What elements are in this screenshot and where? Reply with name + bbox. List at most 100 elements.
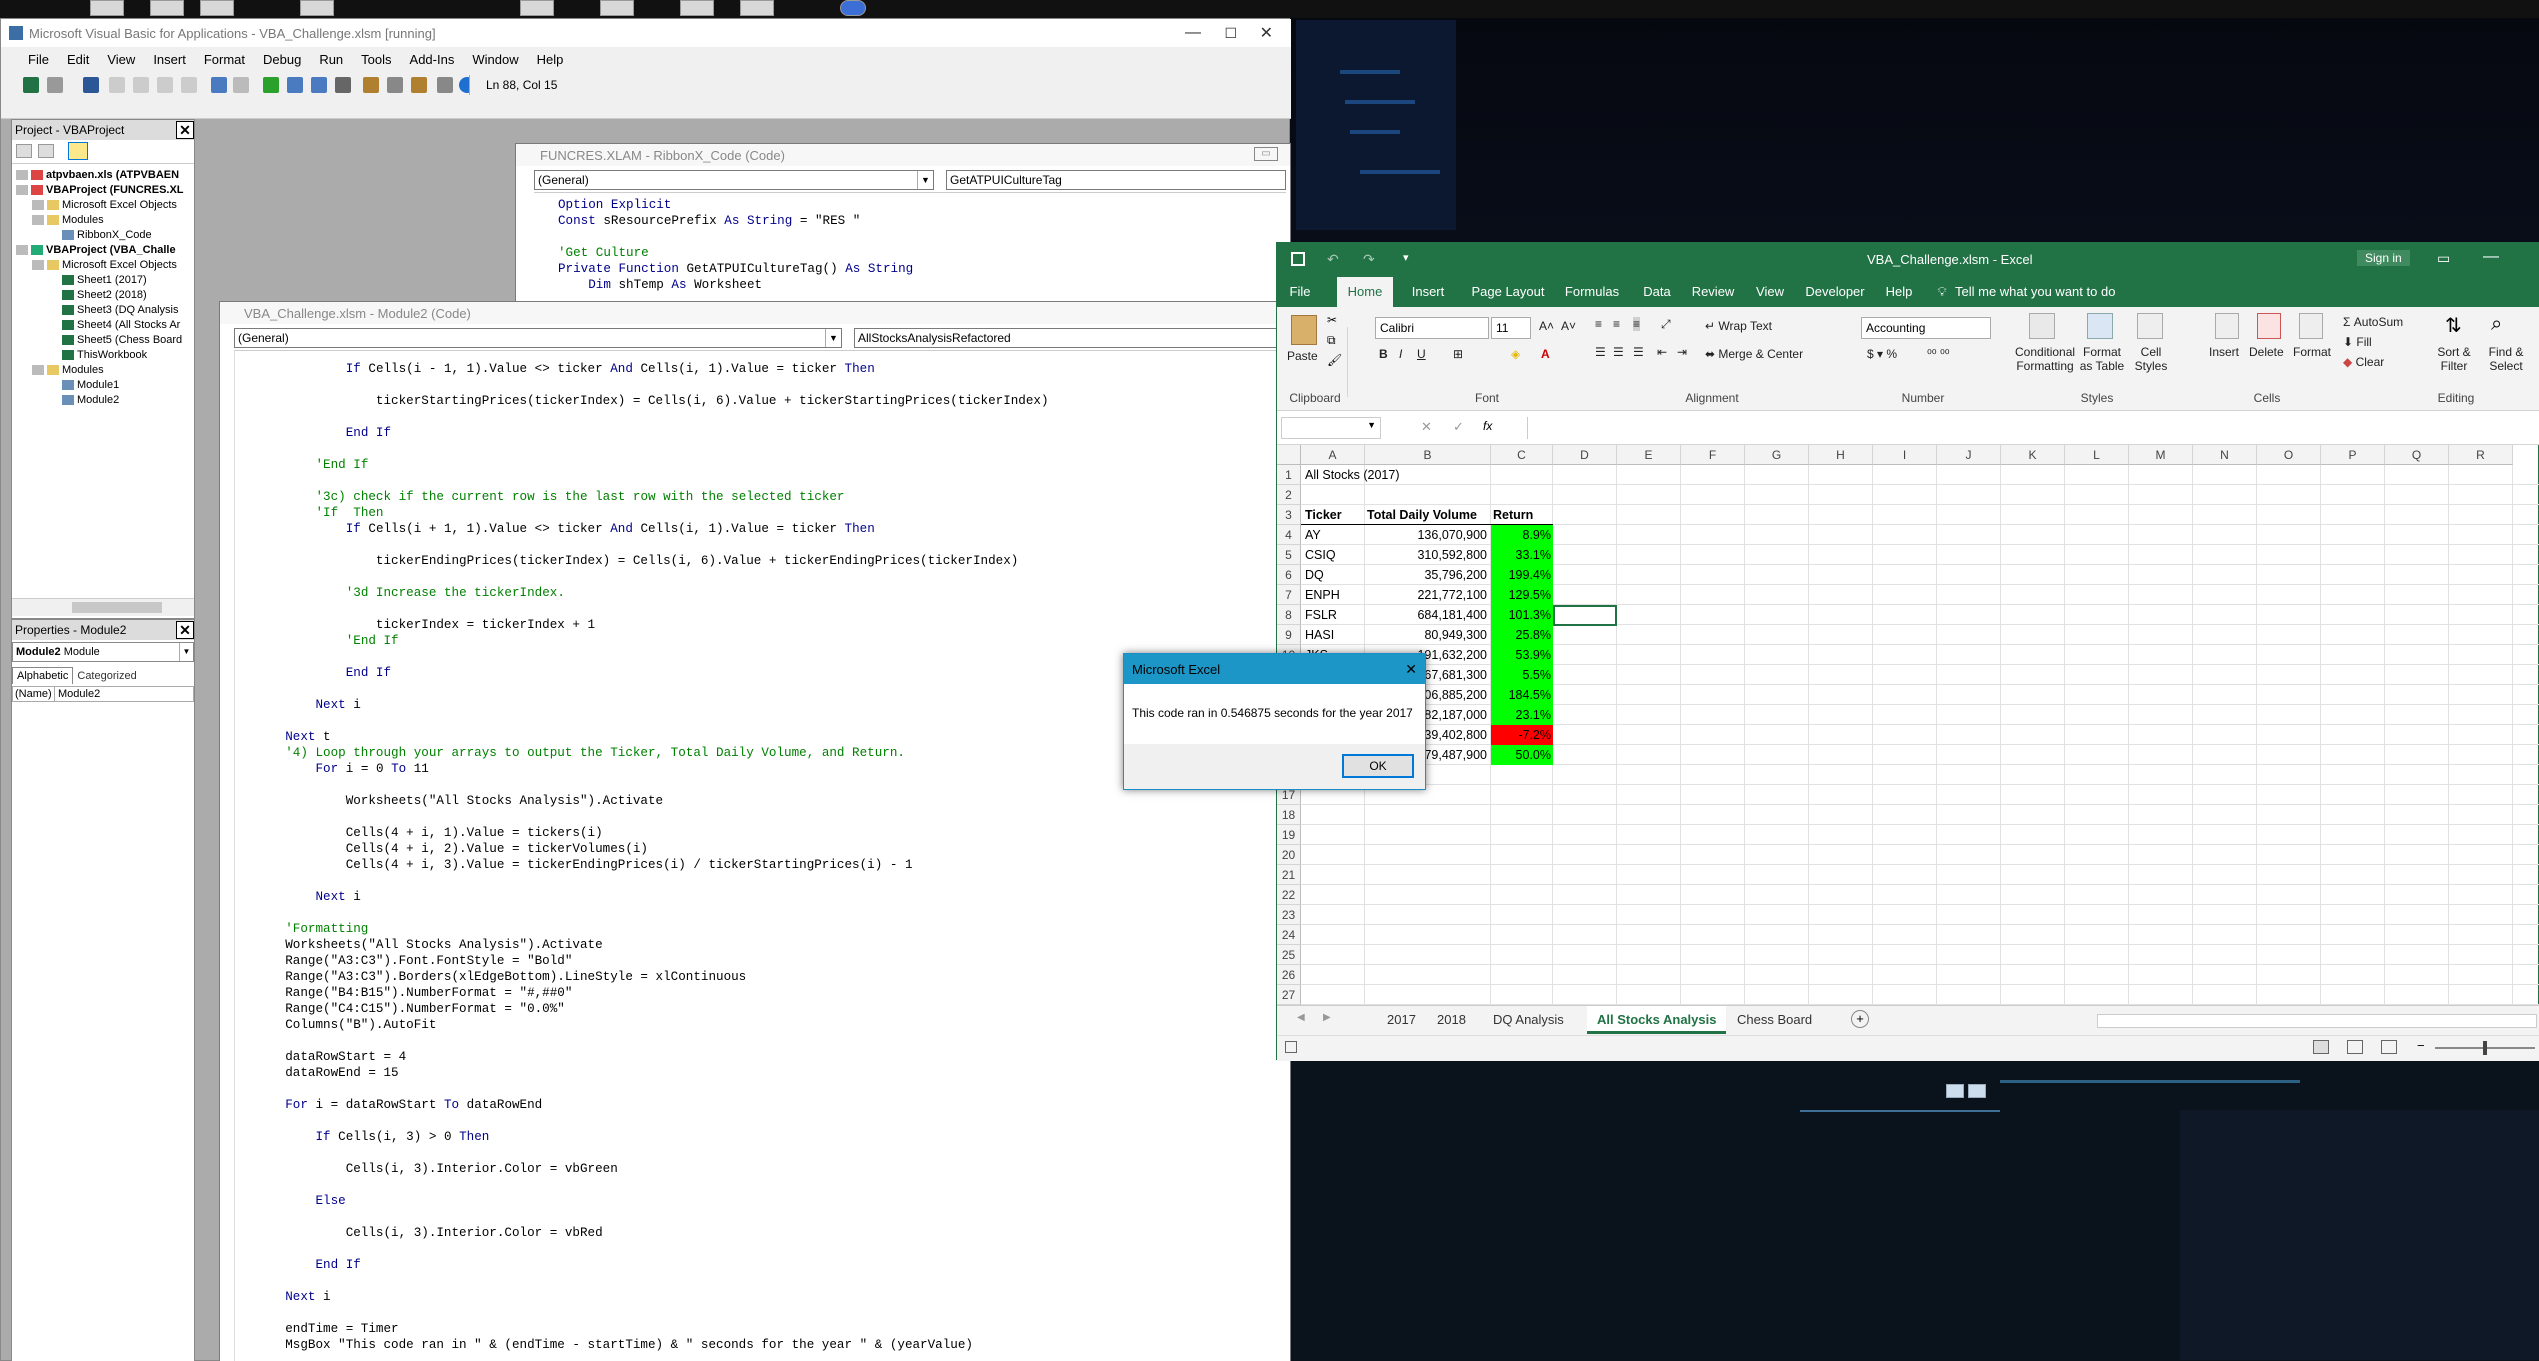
sort-filter-icon[interactable]: ⇅ <box>2445 313 2462 338</box>
column-header-n[interactable]: N <box>2193 445 2257 465</box>
column-header-o[interactable]: O <box>2257 445 2321 465</box>
cell-return[interactable]: 23.1% <box>1491 705 1553 725</box>
tree-item[interactable]: Module1 <box>62 378 119 393</box>
align-left-icon[interactable]: ☰ <box>1595 345 1606 359</box>
fill-color-icon[interactable]: ◈ <box>1511 347 1520 361</box>
sort-filter-button[interactable]: Sort & Filter <box>2431 345 2477 373</box>
page-layout-view-icon[interactable] <box>2347 1040 2363 1054</box>
row-header[interactable]: 8 <box>1277 605 1301 625</box>
cut-icon[interactable]: ✂ <box>1327 313 1337 327</box>
cell-return[interactable]: 5.5% <box>1491 665 1553 685</box>
delete-cells-button[interactable]: Delete <box>2249 345 2284 359</box>
column-header-k[interactable]: K <box>2001 445 2065 465</box>
formula-input[interactable] <box>1527 417 2537 439</box>
undo-icon[interactable] <box>211 77 227 93</box>
row-header[interactable]: 20 <box>1277 845 1301 865</box>
scrollbar-thumb[interactable] <box>72 602 162 613</box>
copy-icon[interactable]: ⧉ <box>1327 333 1336 348</box>
column-header-i[interactable]: I <box>1873 445 1937 465</box>
properties-row[interactable]: (Name) Module2 <box>12 686 194 702</box>
menu-run[interactable]: Run <box>310 52 352 67</box>
tab-review[interactable]: Review <box>1683 277 1743 307</box>
cut-icon[interactable] <box>109 77 125 93</box>
sheet-tab-all-stocks[interactable]: All Stocks Analysis <box>1587 1006 1727 1034</box>
tree-item[interactable]: atpvbaen.xls (ATPVBAEN <box>16 168 179 183</box>
tree-item[interactable]: Microsoft Excel Objects <box>32 258 177 273</box>
format-cells-button[interactable]: Format <box>2293 345 2331 359</box>
name-box[interactable]: ▼ <box>1281 417 1381 439</box>
close-icon[interactable]: ✕ <box>1260 23 1273 43</box>
column-header-g[interactable]: G <box>1745 445 1809 465</box>
copy-icon[interactable] <box>133 77 149 93</box>
row-header[interactable]: 1 <box>1277 465 1301 485</box>
break-icon[interactable] <box>287 77 303 93</box>
row-header[interactable]: 25 <box>1277 945 1301 965</box>
tree-item[interactable]: Sheet1 (2017) <box>62 273 147 288</box>
conditional-formatting-icon[interactable] <box>2029 313 2055 339</box>
next-sheet-icon[interactable]: ▶ <box>1323 1012 1331 1023</box>
row-header[interactable]: 19 <box>1277 825 1301 845</box>
borders-icon[interactable]: ⊞ <box>1453 347 1463 361</box>
tell-me-search[interactable]: Tell me what you want to do <box>1955 277 2135 307</box>
selected-cell[interactable] <box>1553 605 1617 626</box>
cell-styles-button[interactable]: Cell Styles <box>2131 345 2171 373</box>
tab-categorized[interactable]: Categorized <box>73 668 140 684</box>
sheet-title-cell[interactable]: All Stocks (2017) <box>1303 465 1503 485</box>
format-table-icon[interactable] <box>2087 313 2113 339</box>
menu-view[interactable]: View <box>98 52 144 67</box>
sheet-tab-chess-board[interactable]: Chess Board <box>1727 1006 1822 1034</box>
object-browser-icon[interactable] <box>411 77 427 93</box>
increase-indent-icon[interactable]: ⇥ <box>1677 345 1687 359</box>
chevron-down-icon[interactable]: ▼ <box>917 171 933 189</box>
widget-icon[interactable] <box>1946 1084 1964 1098</box>
paste-icon[interactable] <box>1291 315 1317 345</box>
tab-data[interactable]: Data <box>1635 277 1679 307</box>
thumbnail[interactable] <box>600 0 634 16</box>
thumbnail[interactable] <box>680 0 714 16</box>
horizontal-scrollbar[interactable] <box>12 598 194 616</box>
column-header-h[interactable]: H <box>1809 445 1873 465</box>
row-header[interactable]: 23 <box>1277 905 1301 925</box>
thumbnail[interactable] <box>840 0 866 16</box>
cell-ticker[interactable]: DQ <box>1303 565 1363 585</box>
horizontal-scrollbar[interactable] <box>2097 1014 2537 1028</box>
column-header-b[interactable]: B <box>1365 445 1491 465</box>
row-header[interactable]: 7 <box>1277 585 1301 605</box>
thumbnail[interactable] <box>200 0 234 16</box>
sheet-tab-2017[interactable]: 2017 <box>1377 1006 1426 1034</box>
collapse-icon[interactable] <box>32 365 44 376</box>
autosum-button[interactable]: Σ AutoSum <box>2343 315 2403 329</box>
procedure-combo[interactable]: GetATPUICultureTag <box>946 170 1286 190</box>
add-sheet-icon[interactable]: + <box>1851 1010 1869 1028</box>
macro-record-icon[interactable] <box>1285 1041 1297 1053</box>
column-header-a[interactable]: A <box>1301 445 1365 465</box>
tab-page-layout[interactable]: Page Layout <box>1463 277 1553 307</box>
menu-addins[interactable]: Add-Ins <box>401 52 464 67</box>
column-header-q[interactable]: Q <box>2385 445 2449 465</box>
sheet-tab-2018[interactable]: 2018 <box>1427 1006 1476 1034</box>
number-format-select[interactable]: Accounting <box>1861 317 1991 339</box>
tree-item[interactable]: Microsoft Excel Objects <box>32 198 177 213</box>
row-header[interactable]: 27 <box>1277 985 1301 1005</box>
cell-return[interactable]: 33.1% <box>1491 545 1553 565</box>
thumbnail[interactable] <box>520 0 554 16</box>
menu-edit[interactable]: Edit <box>58 52 98 67</box>
cell-volume[interactable]: 684,181,400 <box>1365 605 1489 625</box>
reset-icon[interactable] <box>311 77 327 93</box>
close-icon[interactable]: ✕ <box>1405 661 1417 678</box>
format-cells-icon[interactable] <box>2299 313 2323 339</box>
expand-icon[interactable] <box>16 170 28 181</box>
column-header-l[interactable]: L <box>2065 445 2129 465</box>
menu-help[interactable]: Help <box>528 52 573 67</box>
collapse-icon[interactable] <box>32 215 44 226</box>
zoom-slider-thumb[interactable] <box>2483 1041 2487 1055</box>
find-icon[interactable] <box>181 77 197 93</box>
thumbnail[interactable] <box>90 0 124 16</box>
zoom-out-icon[interactable]: − <box>2417 1038 2425 1053</box>
tab-help[interactable]: Help <box>1877 277 1921 307</box>
tree-item[interactable]: Module2 <box>62 393 119 408</box>
cancel-icon[interactable]: ✕ <box>1421 419 1432 435</box>
cell-return[interactable]: 184.5% <box>1491 685 1553 705</box>
align-right-icon[interactable]: ☰ <box>1633 345 1644 359</box>
column-header-p[interactable]: P <box>2321 445 2385 465</box>
